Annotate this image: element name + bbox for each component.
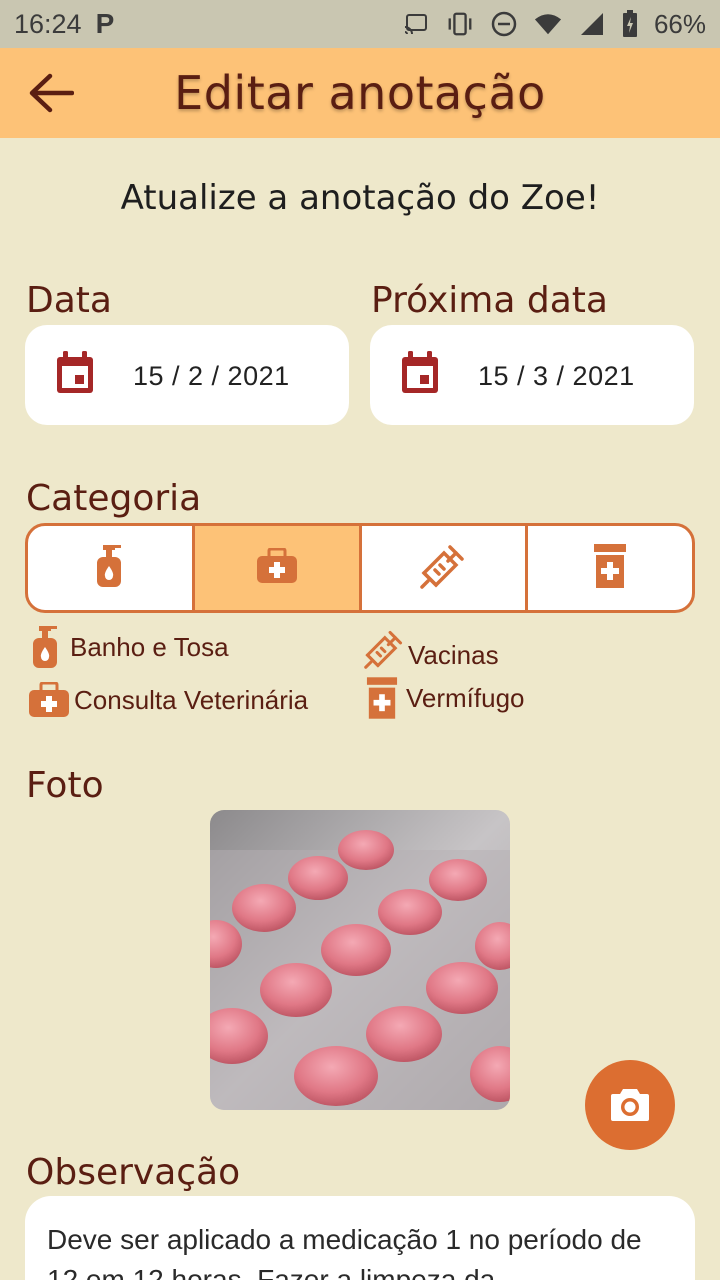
dnd-icon [490, 10, 518, 38]
medical-bag-icon [28, 682, 70, 718]
soap-bottle-icon [30, 626, 66, 668]
cast-icon [402, 10, 430, 38]
next-date-label: Próxima data [371, 280, 608, 321]
next-date-value: 15 / 3 / 2021 [478, 361, 635, 391]
legend-banho-label: Banho e Tosa [70, 631, 229, 662]
category-consulta-button[interactable] [194, 526, 362, 610]
battery-icon [622, 10, 638, 38]
next-date-field[interactable]: 15 / 3 / 2021 [370, 325, 694, 425]
legend-consulta: Consulta Veterinária [28, 682, 308, 718]
photo-image [210, 810, 510, 1110]
app-bar: Editar anotação [0, 48, 720, 138]
pill-bottle-icon [366, 676, 398, 720]
legend-consulta-label: Consulta Veterinária [74, 684, 309, 715]
arrow-back-icon[interactable] [26, 70, 76, 116]
pill-bottle-icon [593, 543, 627, 593]
observation-textarea[interactable]: Deve ser aplicado a medicação 1 no perío… [25, 1196, 695, 1280]
page-subtitle: Atualize a anotação do Zoe! [120, 178, 600, 218]
status-bar: 16:24 P 66% [0, 0, 720, 48]
category-banho-button[interactable] [28, 526, 195, 610]
categoria-label: Categoria [26, 478, 202, 519]
observacao-label: Observação [26, 1152, 241, 1193]
wifi-icon [534, 10, 562, 38]
category-vacinas-button[interactable] [362, 526, 529, 610]
status-icons: 66% [402, 9, 706, 40]
battery-percent: 66% [653, 8, 706, 39]
calendar-icon [400, 351, 440, 395]
syringe-icon [364, 629, 404, 669]
data-label: Data [26, 280, 112, 321]
foto-label: Foto [26, 765, 104, 806]
syringe-icon [420, 543, 466, 594]
legend-vacinas: Vacinas [364, 626, 499, 671]
camera-button[interactable] [585, 1060, 675, 1150]
vibrate-icon [446, 10, 474, 38]
medical-bag-icon [256, 547, 298, 589]
legend-vermifugo: Vermífugo [366, 676, 525, 720]
p-app-icon: P [95, 8, 115, 39]
legend-banho: Banho e Tosa [30, 626, 229, 668]
legend-vacinas-label: Vacinas [408, 640, 499, 670]
camera-icon [610, 1088, 650, 1122]
legend-vermifugo-label: Vermífugo [406, 682, 525, 713]
category-vermifugo-button[interactable] [528, 526, 692, 610]
calendar-icon [55, 351, 95, 395]
category-selector [25, 523, 695, 613]
status-time: 16:24 [14, 8, 82, 39]
soap-bottle-icon [95, 544, 125, 592]
page-title: Editar anotação [174, 66, 546, 120]
data-value: 15 / 2 / 2021 [133, 361, 290, 391]
signal-icon [578, 10, 606, 38]
data-field[interactable]: 15 / 2 / 2021 [25, 325, 349, 425]
